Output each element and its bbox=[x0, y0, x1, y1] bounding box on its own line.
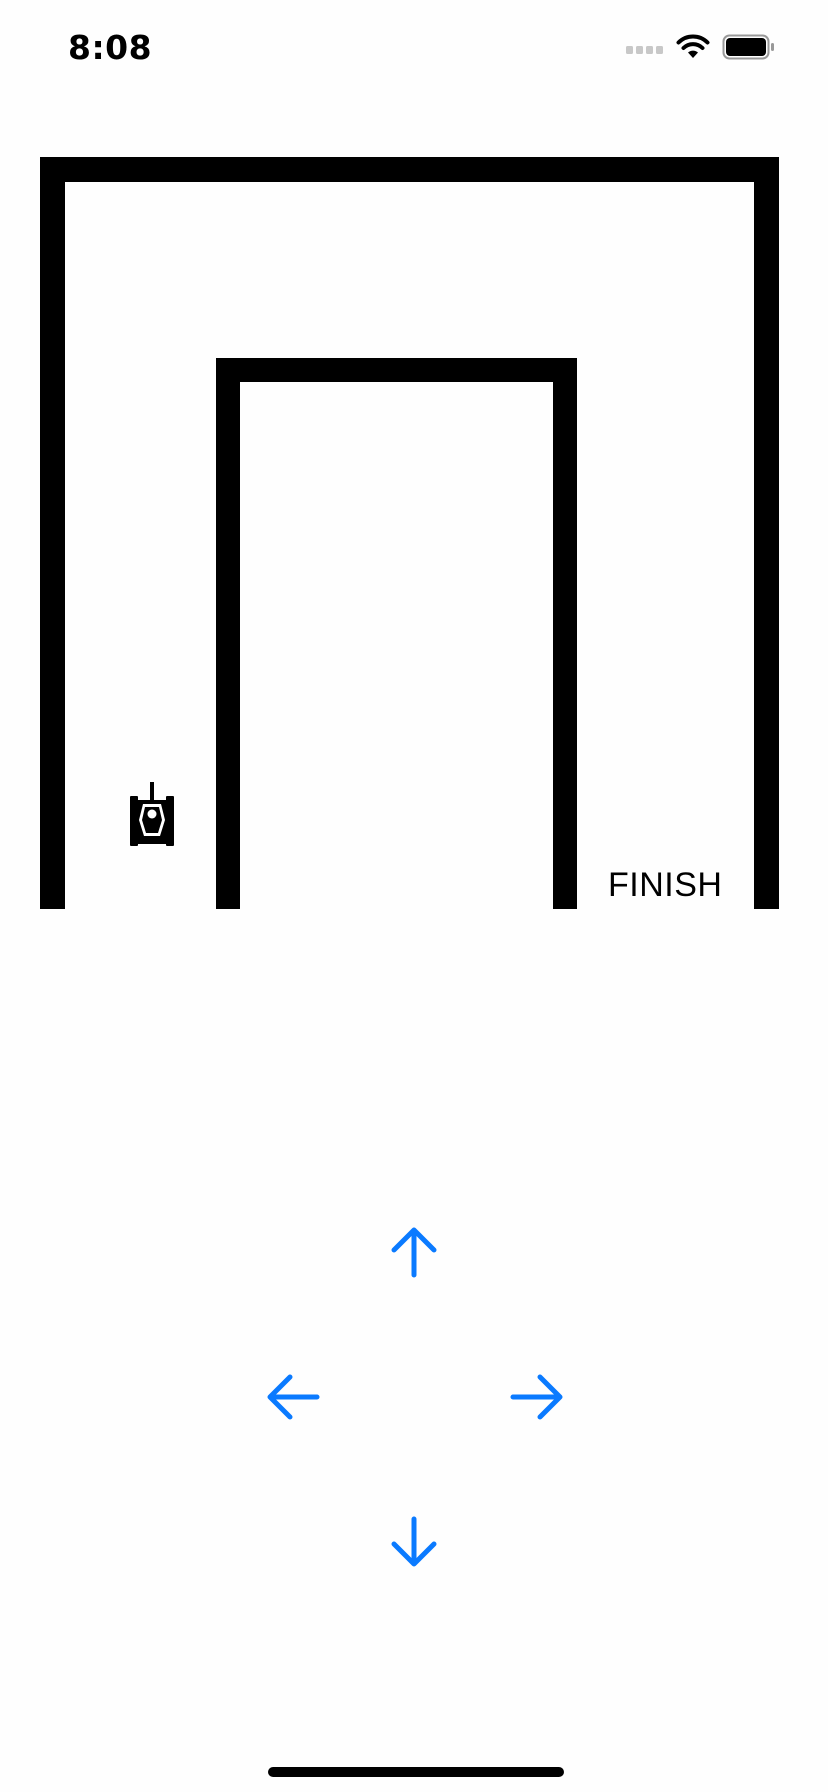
arrow-right-icon bbox=[510, 1374, 563, 1420]
outer-wall-top bbox=[40, 157, 779, 182]
arrow-left-icon bbox=[267, 1374, 320, 1420]
inner-wall-left bbox=[216, 358, 240, 909]
arrow-down-icon bbox=[391, 1516, 437, 1567]
move-up-button[interactable] bbox=[374, 1212, 454, 1292]
arrow-up-icon bbox=[391, 1227, 437, 1278]
outer-wall-left bbox=[40, 157, 65, 909]
inner-wall-top bbox=[216, 358, 577, 382]
outer-wall-right bbox=[754, 157, 779, 909]
maze: FINISH bbox=[0, 0, 828, 910]
move-down-button[interactable] bbox=[374, 1502, 454, 1582]
finish-label: FINISH bbox=[608, 866, 723, 904]
home-indicator[interactable] bbox=[268, 1767, 564, 1777]
tank-icon bbox=[130, 782, 174, 846]
move-right-button[interactable] bbox=[498, 1357, 578, 1437]
inner-wall-right bbox=[553, 358, 577, 909]
move-left-button[interactable] bbox=[252, 1357, 332, 1437]
